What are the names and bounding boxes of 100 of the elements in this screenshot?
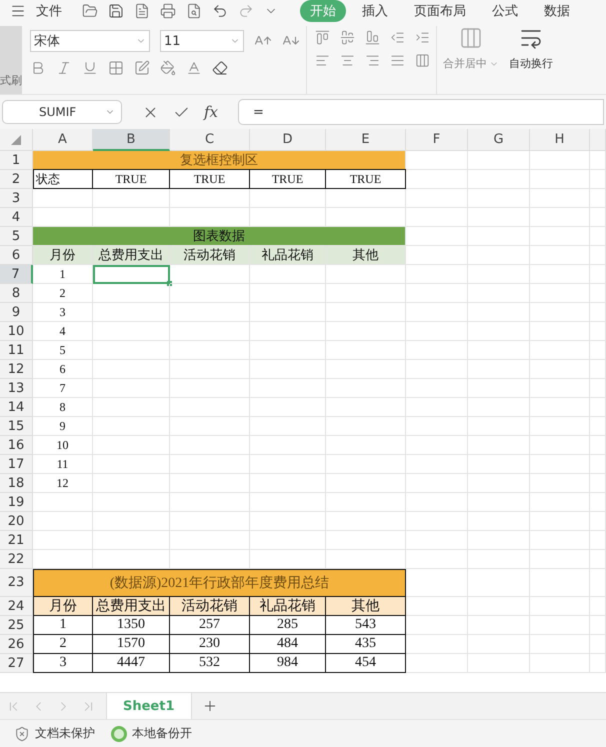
file-menu[interactable]: 文件 [36,2,62,20]
empty-cell[interactable] [93,512,170,531]
empty-cell[interactable] [326,379,406,398]
empty-cell[interactable] [468,246,530,265]
empty-cell[interactable] [250,474,326,493]
empty-cell[interactable] [250,360,326,379]
ribbon-tab[interactable]: 公式 [482,0,528,22]
empty-cell[interactable] [590,550,606,569]
empty-cell[interactable] [468,398,530,417]
empty-cell[interactable] [590,512,606,531]
empty-cell[interactable] [590,265,606,284]
row-number[interactable]: 26 [0,635,33,654]
empty-cell[interactable] [468,151,530,170]
empty-cell[interactable] [590,635,606,654]
empty-cell[interactable] [530,189,590,208]
row-number[interactable]: 20 [0,512,33,531]
row-number[interactable]: 18 [0,474,33,493]
preview-icon[interactable] [186,3,202,19]
empty-cell[interactable] [406,189,468,208]
empty-cell[interactable] [468,616,530,635]
empty-cell[interactable] [590,303,606,322]
empty-cell[interactable] [326,512,406,531]
empty-cell[interactable] [530,322,590,341]
empty-cell[interactable] [468,208,530,227]
empty-cell[interactable] [170,474,250,493]
empty-cell[interactable] [590,455,606,474]
empty-cell[interactable] [530,303,590,322]
column-header[interactable]: D [250,129,326,151]
empty-cell[interactable] [590,569,606,597]
row-number[interactable]: 8 [0,284,33,303]
empty-cell[interactable] [406,455,468,474]
empty-cell[interactable] [468,284,530,303]
empty-cell[interactable] [530,635,590,654]
row-number[interactable]: 10 [0,322,33,341]
cell-style-icon[interactable] [134,60,150,76]
empty-cell[interactable] [530,360,590,379]
empty-cell[interactable] [250,265,326,284]
empty-cell[interactable] [590,208,606,227]
empty-cell[interactable] [468,654,530,673]
empty-cell[interactable] [406,474,468,493]
name-box[interactable]: SUMIF [2,100,122,124]
empty-cell[interactable] [250,379,326,398]
empty-cell[interactable] [468,455,530,474]
row-number[interactable]: 16 [0,436,33,455]
empty-cell[interactable] [590,417,606,436]
empty-cell[interactable] [406,208,468,227]
row-number[interactable]: 3 [0,189,33,208]
empty-cell[interactable] [530,512,590,531]
empty-cell[interactable] [93,493,170,512]
empty-cell[interactable] [170,417,250,436]
empty-cell[interactable] [530,474,590,493]
empty-cell[interactable] [590,493,606,512]
empty-cell[interactable] [170,455,250,474]
empty-cell[interactable] [468,170,530,189]
empty-cell[interactable] [406,360,468,379]
align-top-icon[interactable] [315,30,330,45]
empty-cell[interactable] [406,635,468,654]
empty-cell[interactable] [326,303,406,322]
empty-cell[interactable] [406,531,468,550]
empty-cell[interactable] [93,189,170,208]
empty-cell[interactable] [406,417,468,436]
align-center-icon[interactable] [340,53,355,68]
empty-cell[interactable] [590,284,606,303]
formula-input[interactable]: = [238,99,604,125]
empty-cell[interactable] [590,597,606,616]
empty-cell[interactable] [530,151,590,170]
border-icon[interactable] [108,60,124,76]
empty-cell[interactable] [530,597,590,616]
empty-cell[interactable] [530,654,590,673]
empty-cell[interactable] [170,512,250,531]
empty-cell[interactable] [326,493,406,512]
empty-cell[interactable] [326,417,406,436]
empty-cell[interactable] [468,379,530,398]
empty-cell[interactable] [170,379,250,398]
row-number[interactable]: 15 [0,417,33,436]
empty-cell[interactable] [468,569,530,597]
empty-cell[interactable] [590,341,606,360]
empty-cell[interactable] [406,436,468,455]
empty-cell[interactable] [590,189,606,208]
empty-cell[interactable] [170,360,250,379]
empty-cell[interactable] [250,436,326,455]
empty-cell[interactable] [326,398,406,417]
empty-cell[interactable] [406,379,468,398]
empty-cell[interactable] [406,303,468,322]
align-left-icon[interactable] [315,53,330,68]
empty-cell[interactable] [170,303,250,322]
column-header[interactable] [590,129,606,151]
empty-cell[interactable] [250,189,326,208]
empty-cell[interactable] [326,360,406,379]
column-header[interactable]: H [530,129,590,151]
row-number[interactable]: 11 [0,341,33,360]
empty-cell[interactable] [468,474,530,493]
empty-cell[interactable] [468,265,530,284]
indent-decrease-icon[interactable] [390,30,405,45]
indent-increase-icon[interactable] [415,30,430,45]
empty-cell[interactable] [590,227,606,246]
empty-cell[interactable] [468,597,530,616]
empty-cell[interactable] [530,170,590,189]
empty-cell[interactable] [590,616,606,635]
empty-cell[interactable] [250,398,326,417]
